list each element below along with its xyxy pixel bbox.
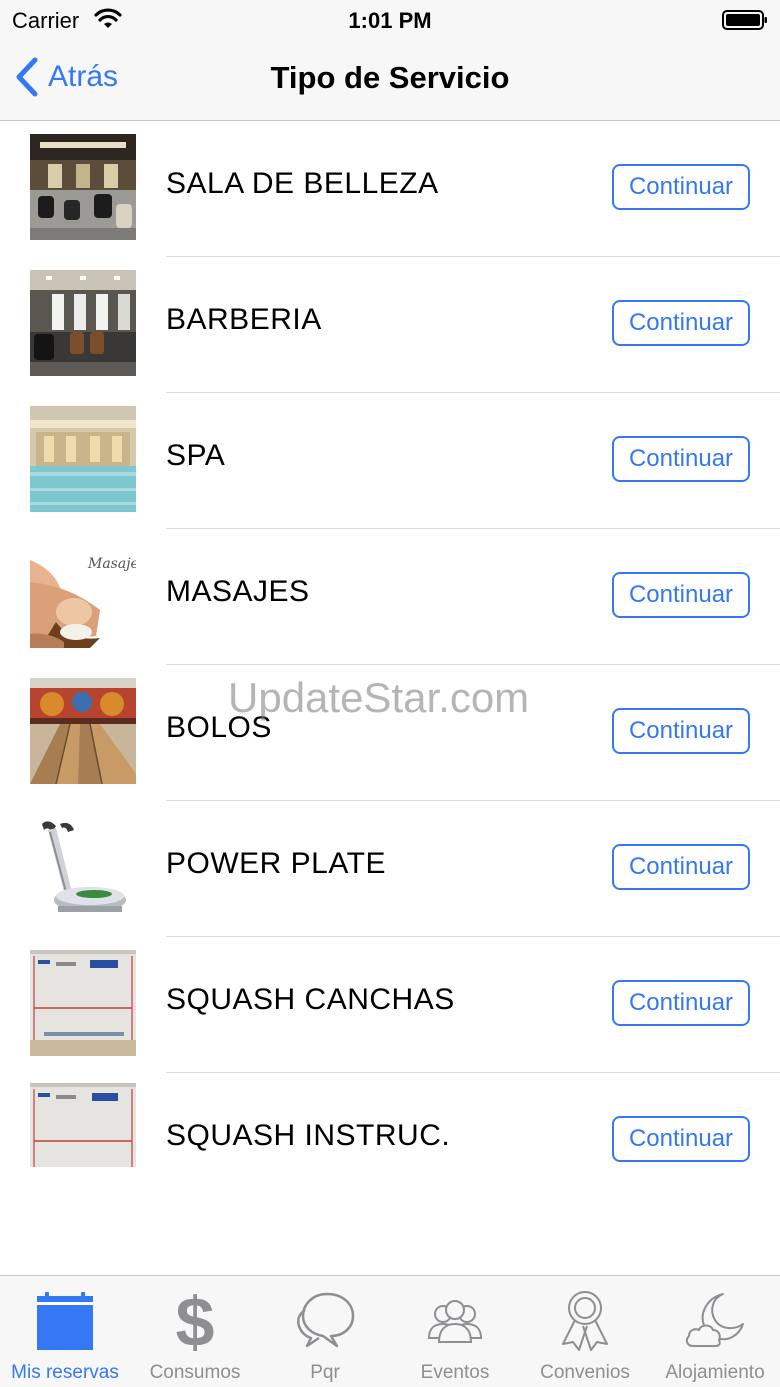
service-row-power-plate[interactable]: POWER PLATE Continuar (0, 801, 780, 937)
continue-button[interactable]: Continuar (612, 572, 750, 618)
navigation-bar: Atrás Tipo de Servicio (0, 40, 780, 121)
service-title: SQUASH INSTRUC. (166, 1119, 451, 1152)
continue-button[interactable]: Continuar (612, 980, 750, 1026)
dollar-icon: $ (176, 1288, 215, 1352)
tab-alojamiento[interactable]: Alojamiento (650, 1276, 780, 1387)
service-title: MASAJES (166, 575, 310, 608)
people-icon (427, 1300, 483, 1343)
continue-button[interactable]: Continuar (612, 300, 750, 346)
service-row-barberia[interactable]: BARBERIA Continuar (0, 257, 780, 393)
squash-court-image (30, 950, 136, 1056)
tab-mis-reservas[interactable]: Mis reservas (0, 1276, 130, 1387)
bowling-alley-image (30, 678, 136, 784)
svg-text:$: $ (176, 1288, 215, 1352)
massage-caption: Masajes (87, 556, 136, 572)
massage-image: Masajes (30, 542, 136, 648)
service-title: POWER PLATE (166, 847, 386, 880)
service-row-squash-instruc[interactable]: SQUASH INSTRUC. Continuar (0, 1073, 780, 1209)
service-row-masajes[interactable]: Masajes MASAJES Continuar (0, 529, 780, 665)
status-bar: Carrier 1:01 PM (0, 0, 780, 40)
status-time: 1:01 PM (348, 8, 432, 33)
tab-label: Pqr (310, 1362, 340, 1383)
tab-label: Eventos (420, 1362, 490, 1383)
squash-court-image (30, 1083, 136, 1167)
chat-bubbles-icon (297, 1292, 355, 1348)
continue-button[interactable]: Continuar (612, 164, 750, 210)
award-ribbon-icon (562, 1291, 608, 1351)
continue-button[interactable]: Continuar (612, 708, 750, 754)
page-title: Tipo de Servicio (270, 60, 510, 95)
service-title: SPA (166, 439, 226, 472)
service-row-sala-de-belleza[interactable]: SALA DE BELLEZA Continuar (0, 121, 780, 257)
spa-pool-image (30, 406, 136, 512)
service-row-squash-canchas[interactable]: SQUASH CANCHAS Continuar (0, 937, 780, 1073)
tab-consumos[interactable]: $ Consumos (130, 1276, 260, 1387)
service-row-spa[interactable]: SPA Continuar (0, 393, 780, 529)
power-plate-machine-image (30, 814, 136, 920)
tab-pqr[interactable]: Pqr (260, 1276, 390, 1387)
tab-label: Convenios (540, 1362, 630, 1383)
service-title: BARBERIA (166, 303, 322, 336)
moon-cloud-icon (685, 1293, 744, 1347)
beauty-salon-image (30, 134, 136, 240)
barbershop-image (30, 270, 136, 376)
service-row-bolos[interactable]: BOLOS Continuar (0, 665, 780, 801)
service-title: SALA DE BELLEZA (166, 167, 439, 200)
battery-icon (722, 10, 767, 30)
tab-bar: Mis reservas $ Consumos Pqr Eventos Conv… (0, 1275, 780, 1387)
tab-eventos[interactable]: Eventos (390, 1276, 520, 1387)
continue-button[interactable]: Continuar (612, 844, 750, 890)
service-title: BOLOS (166, 711, 272, 744)
tab-label: Alojamiento (665, 1362, 765, 1383)
calendar-icon (37, 1292, 93, 1350)
service-title: SQUASH CANCHAS (166, 983, 455, 1016)
tab-label: Consumos (149, 1362, 241, 1383)
tab-label: Mis reservas (11, 1362, 119, 1383)
tab-convenios[interactable]: Convenios (520, 1276, 650, 1387)
continue-button[interactable]: Continuar (612, 436, 750, 482)
continue-button[interactable]: Continuar (612, 1116, 750, 1162)
